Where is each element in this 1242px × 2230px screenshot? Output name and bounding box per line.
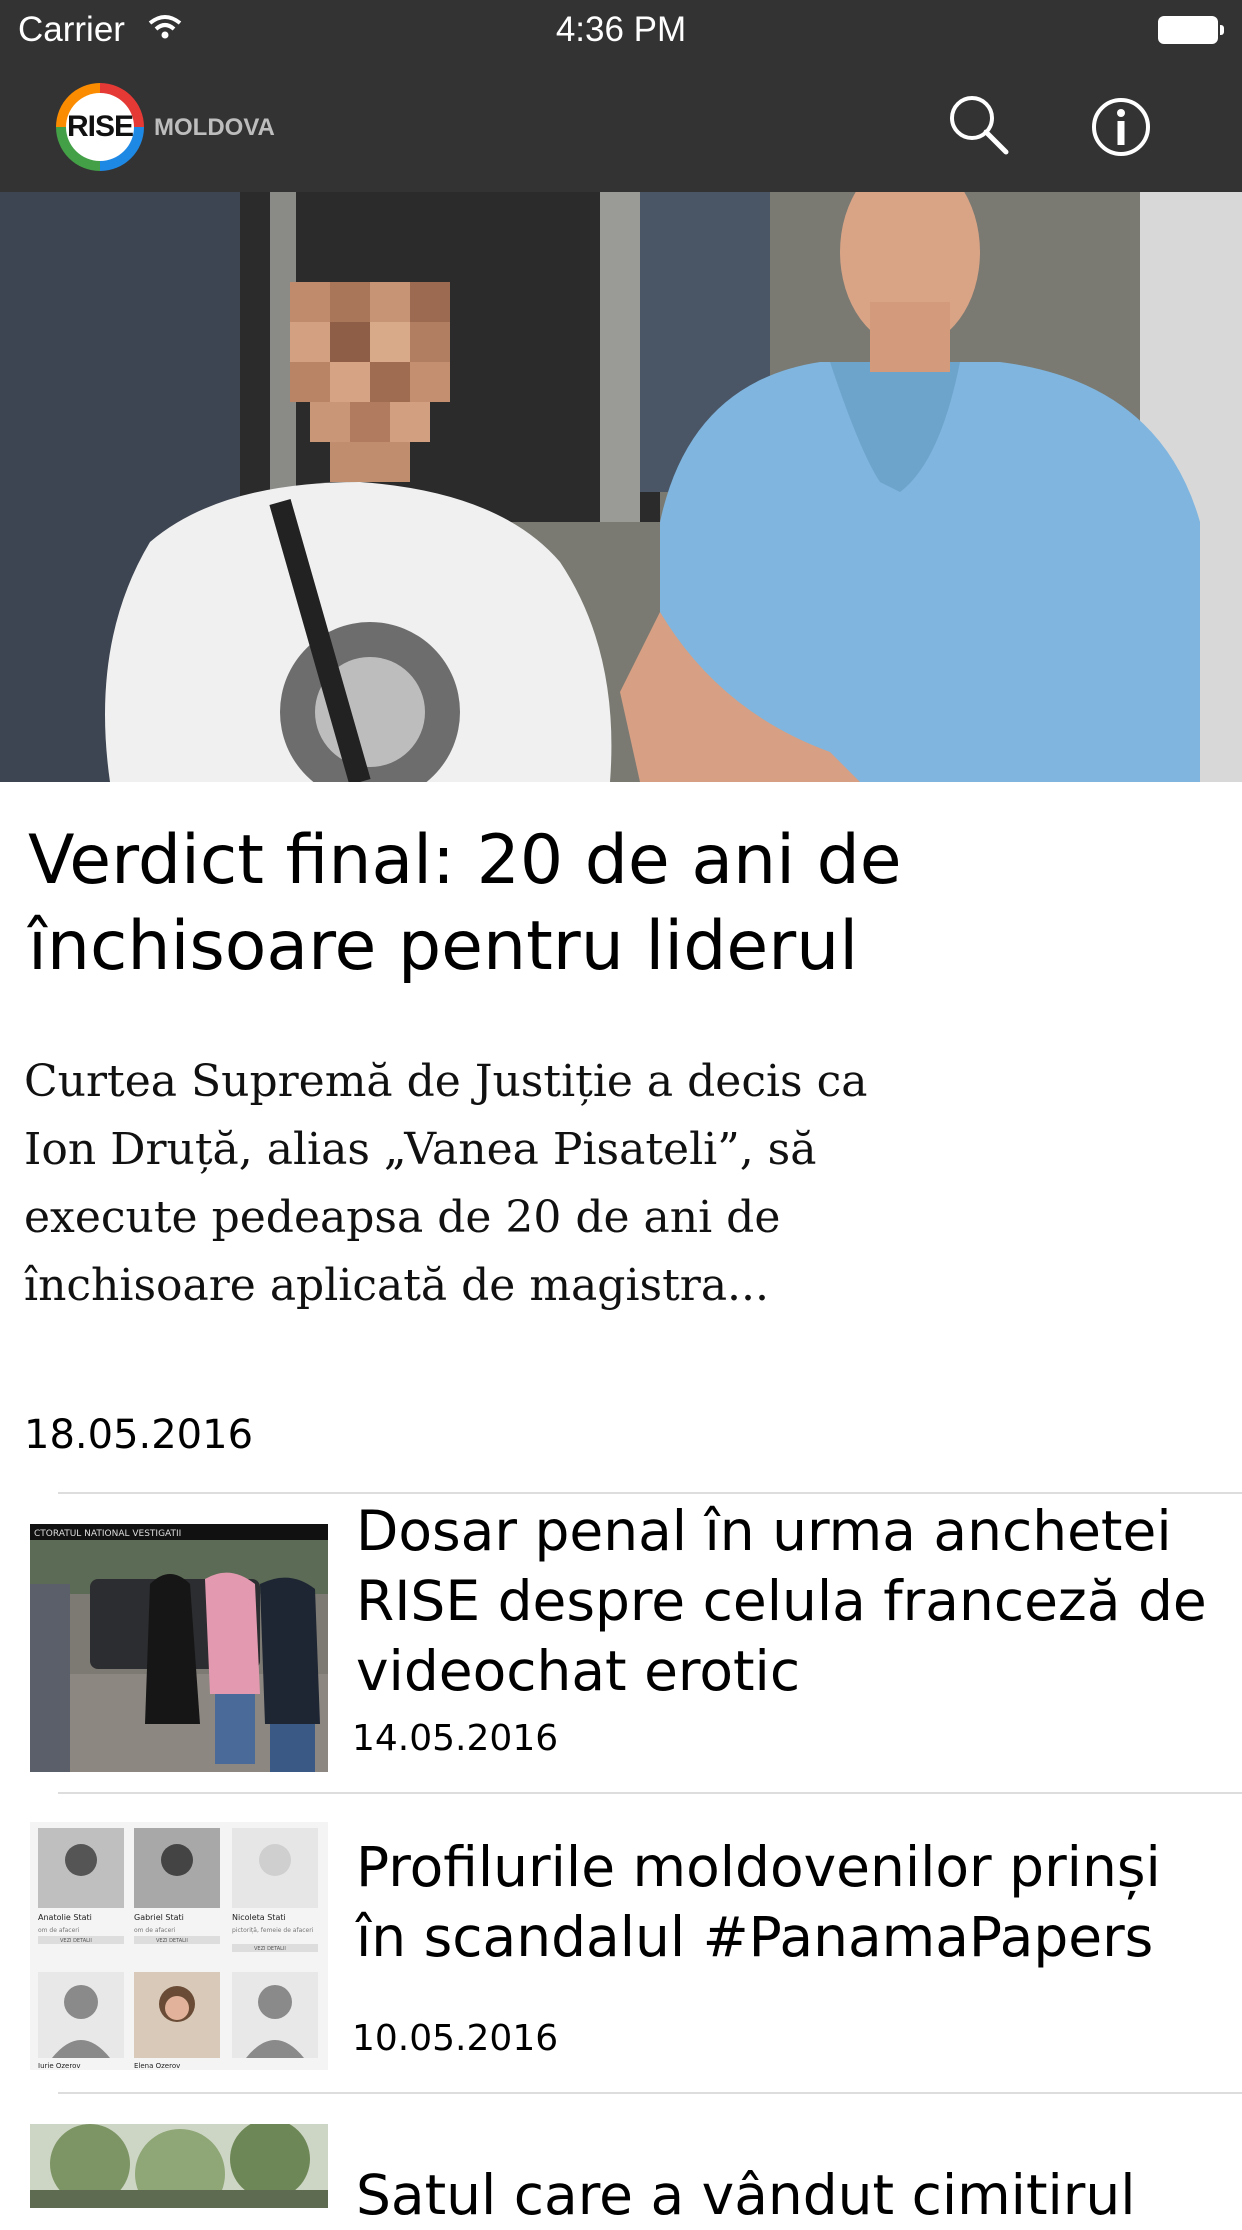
article-date: 14.05.2016 bbox=[352, 1718, 559, 1759]
divider bbox=[58, 1492, 1242, 1494]
article-thumbnail[interactable] bbox=[30, 2124, 328, 2208]
article-date: 10.05.2016 bbox=[352, 2018, 559, 2059]
thumb-person-role: om de afaceri bbox=[134, 1927, 176, 1934]
featured-image[interactable] bbox=[0, 192, 1242, 782]
logo-text: RISE bbox=[66, 110, 134, 143]
thumb-banner-text: CTORATUL NATIONAL VESTIGATII bbox=[34, 1529, 181, 1539]
search-icon[interactable] bbox=[946, 92, 1010, 156]
featured-title[interactable]: Verdict final: 20 de ani de închisoare p… bbox=[28, 818, 1208, 990]
thumb-person-button: VEZI DETALII bbox=[254, 1946, 286, 1952]
featured-photo bbox=[0, 192, 1242, 782]
article-thumbnail[interactable]: Anatolie Stati Gabriel Stati Nicoleta St… bbox=[30, 1822, 328, 2070]
article-thumbnail[interactable]: CTORATUL NATIONAL VESTIGATII bbox=[30, 1524, 328, 1772]
article-title[interactable]: Satul care a vândut cimitirul bbox=[356, 2160, 1216, 2230]
info-icon[interactable] bbox=[1090, 96, 1152, 158]
rise-moldova-logo[interactable]: RISE MOLDOVA bbox=[56, 78, 275, 176]
article-photo bbox=[30, 2124, 328, 2208]
logo-ring: RISE bbox=[56, 83, 144, 171]
article-photo: Anatolie Stati Gabriel Stati Nicoleta St… bbox=[30, 1822, 328, 2070]
divider bbox=[58, 2092, 1242, 2094]
thumb-person-name: Gabriel Stati bbox=[134, 1913, 184, 1922]
thumb-person-role: om de afaceri bbox=[38, 1927, 80, 1934]
article-photo: CTORATUL NATIONAL VESTIGATII bbox=[30, 1524, 328, 1772]
thumb-person-button: VEZI DETALII bbox=[156, 1938, 188, 1944]
thumb-person-button: VEZI DETALII bbox=[60, 1938, 92, 1944]
article-title[interactable]: Profilurile moldovenilor prinși în scand… bbox=[356, 1832, 1216, 1972]
battery-icon bbox=[1158, 16, 1224, 44]
thumb-person-name: Iurie Ozerov bbox=[38, 2062, 81, 2070]
status-bar: Carrier 4:36 PM bbox=[0, 0, 1242, 62]
logo-subtitle: MOLDOVA bbox=[154, 114, 275, 141]
featured-date: 18.05.2016 bbox=[24, 1412, 254, 1458]
article-title[interactable]: Dosar penal în urma anchetei RISE despre… bbox=[356, 1496, 1216, 1706]
thumb-person-role: pictoriță, femeie de afaceri bbox=[232, 1927, 314, 1934]
thumb-person-name: Elena Ozerov bbox=[134, 2062, 180, 2070]
featured-excerpt: Curtea Supremă de Justiție a decis ca Io… bbox=[24, 1056, 868, 1311]
thumb-person-name: Anatolie Stati bbox=[38, 1913, 92, 1922]
divider bbox=[58, 1792, 1242, 1794]
status-time: 4:36 PM bbox=[555, 10, 687, 49]
thumb-person-name: Nicoleta Stati bbox=[232, 1913, 286, 1922]
nav-bar: RISE MOLDOVA bbox=[0, 62, 1242, 192]
